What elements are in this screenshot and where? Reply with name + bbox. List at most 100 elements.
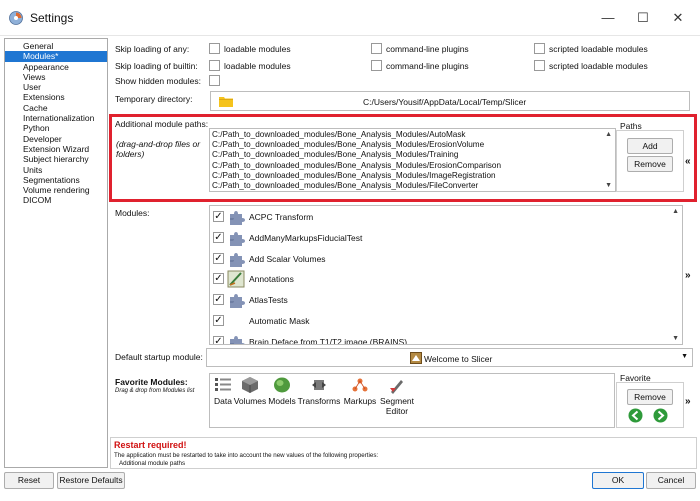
sidebar-item-volume-rendering[interactable]: Volume rendering [5, 185, 107, 195]
sidebar-item-dicom[interactable]: DICOM [5, 195, 107, 205]
module-row[interactable]: ✓ AtlasTests [210, 290, 670, 310]
skip-builtin-cli-checkbox[interactable] [371, 60, 382, 71]
dialog-button-bar: Reset Restore Defaults OK Cancel [0, 470, 700, 501]
temp-dir-label: Temporary directory: [115, 94, 193, 104]
sidebar-item-cache[interactable]: Cache [5, 103, 107, 113]
annotations-icon [227, 270, 245, 288]
module-enabled-checkbox[interactable]: ✓ [213, 294, 224, 306]
sidebar-item-modules[interactable]: Modules* [5, 51, 107, 62]
default-startup-value: Welcome to Slicer [424, 354, 493, 364]
restore-defaults-button[interactable]: Restore Defaults [57, 472, 125, 489]
favorite-volumes[interactable]: Volumes [232, 376, 268, 406]
sidebar-item-internationalization[interactable]: Internationalization [5, 113, 107, 123]
module-name: AddManyMarkupsFiducialTest [249, 232, 363, 243]
modules-list[interactable]: ✓ ACPC Transform ✓ AddManyMarkupsFiducialTe… [209, 205, 683, 345]
move-left-icon[interactable] [628, 408, 643, 423]
skip-any-label: Skip loading of any: [115, 44, 190, 54]
sidebar-item-units[interactable]: Units [5, 165, 107, 175]
favorite-segment-editor[interactable]: Segment Editor [378, 376, 416, 416]
module-name: Brain Deface from T1/T2 image (BRAINS) [249, 336, 408, 345]
reset-button[interactable]: Reset [4, 472, 54, 489]
sidebar-item-extension-wizard[interactable]: Extension Wizard [5, 144, 107, 154]
module-row[interactable]: ✓ Brain Deface from T1/T2 image (BRAINS) [210, 332, 670, 345]
skip-any-scripted-checkbox[interactable] [534, 43, 545, 54]
settings-category-list[interactable]: General Modules* Appearance Views User Extens… [4, 38, 108, 468]
favorites-hint: Drag & drop from Modules list [115, 388, 195, 394]
skip-any-loadable-checkbox[interactable] [209, 43, 220, 54]
restart-notice: Restart required! The application must b… [110, 437, 697, 469]
skip-builtin-loadable-checkbox[interactable] [209, 60, 220, 71]
close-button[interactable]: ✕ [668, 8, 688, 28]
default-startup-label: Default startup module: [115, 352, 203, 362]
module-enabled-checkbox[interactable]: ✓ [213, 252, 224, 264]
folder-icon [219, 97, 233, 107]
data-icon [215, 378, 231, 391]
skip-any-cli-text: command-line plugins [386, 44, 469, 54]
module-enabled-checkbox[interactable]: ✓ [213, 273, 224, 285]
modules-expand-icon[interactable]: » [685, 270, 691, 281]
cancel-button[interactable]: Cancel [646, 472, 696, 489]
maximize-button[interactable]: ☐ [633, 8, 653, 28]
skip-any-cli-checkbox[interactable] [371, 43, 382, 54]
remove-favorite-button[interactable]: Remove [627, 389, 673, 405]
sidebar-item-subject-hierarchy[interactable]: Subject hierarchy [5, 154, 107, 164]
favorite-markups-label: Markups [343, 396, 377, 406]
default-startup-combobox[interactable]: Welcome to Slicer ▼ [206, 348, 693, 367]
module-enabled-checkbox[interactable]: ✓ [213, 211, 224, 222]
sidebar-item-user[interactable]: User [5, 82, 107, 92]
show-hidden-checkbox[interactable] [209, 75, 220, 86]
favorite-models[interactable]: Models [268, 376, 296, 406]
favorite-transforms[interactable]: Transforms [296, 376, 342, 406]
sidebar-item-general[interactable]: General [5, 41, 107, 51]
ok-button[interactable]: OK [592, 472, 644, 489]
segment-editor-icon [390, 380, 403, 394]
show-hidden-label: Show hidden modules: [115, 76, 202, 86]
window-title: Settings [30, 11, 74, 25]
sidebar-item-python[interactable]: Python [5, 123, 107, 133]
favorite-segment-editor-label: Segment Editor [379, 396, 415, 416]
temp-dir-selector[interactable]: C:/Users/Yousif/AppData/Local/Temp/Slice… [210, 91, 690, 111]
sidebar-item-appearance[interactable]: Appearance [5, 62, 107, 72]
skip-builtin-loadable-text: loadable modules [224, 61, 291, 71]
welcome-icon [410, 352, 422, 364]
markups-icon [352, 378, 368, 392]
module-row[interactable]: ✓ AddManyMarkupsFiducialTest [210, 228, 670, 248]
favorite-data-label: Data [214, 396, 232, 406]
module-row[interactable]: ✓ ACPC Transform [210, 207, 670, 227]
module-name: AtlasTests [249, 295, 288, 306]
sidebar-item-extensions[interactable]: Extensions [5, 92, 107, 102]
puzzle-icon [227, 250, 245, 268]
module-row[interactable]: ✓ Annotations [210, 269, 670, 289]
sidebar-item-views[interactable]: Views [5, 72, 107, 82]
module-enabled-checkbox[interactable]: ✓ [213, 315, 224, 326]
favorite-data[interactable]: Data [212, 376, 234, 406]
modules-scroll-down-icon[interactable]: ▼ [672, 335, 679, 342]
modules-label: Modules: [115, 208, 150, 218]
favorite-markups[interactable]: Markups [342, 376, 378, 406]
favorites-label: Favorite Modules: [115, 377, 188, 387]
module-name: Automatic Mask [249, 316, 310, 326]
module-row[interactable]: ✓ Add Scalar Volumes [210, 249, 670, 269]
module-enabled-checkbox[interactable]: ✓ [213, 335, 224, 344]
sidebar-item-segmentations[interactable]: Segmentations [5, 175, 107, 185]
restart-title: Restart required! [114, 440, 187, 450]
modules-scroll-up-icon[interactable]: ▲ [672, 208, 679, 215]
module-name: ACPC Transform [249, 212, 314, 222]
module-enabled-checkbox[interactable]: ✓ [213, 231, 224, 243]
minimize-button[interactable]: — [598, 8, 618, 28]
puzzle-icon [227, 291, 245, 309]
skip-builtin-scripted-text: scripted loadable modules [549, 61, 648, 71]
transforms-icon [312, 380, 326, 390]
favorites-expand-icon[interactable]: » [685, 396, 691, 407]
move-right-icon[interactable] [653, 408, 668, 423]
highlight-frame [109, 114, 697, 202]
favorites-toolbar[interactable]: Data Volumes Models Transforms Markups S… [209, 373, 615, 428]
sidebar-item-developer[interactable]: Developer [5, 134, 107, 144]
skip-builtin-scripted-checkbox[interactable] [534, 60, 545, 71]
skip-builtin-label: Skip loading of builtin: [115, 61, 198, 71]
skip-builtin-cli-text: command-line plugins [386, 61, 469, 71]
module-name: Add Scalar Volumes [249, 253, 326, 264]
favorite-models-label: Models [268, 396, 296, 406]
chevron-down-icon: ▼ [681, 353, 688, 360]
module-row[interactable]: ✓ Automatic Mask [210, 311, 670, 331]
